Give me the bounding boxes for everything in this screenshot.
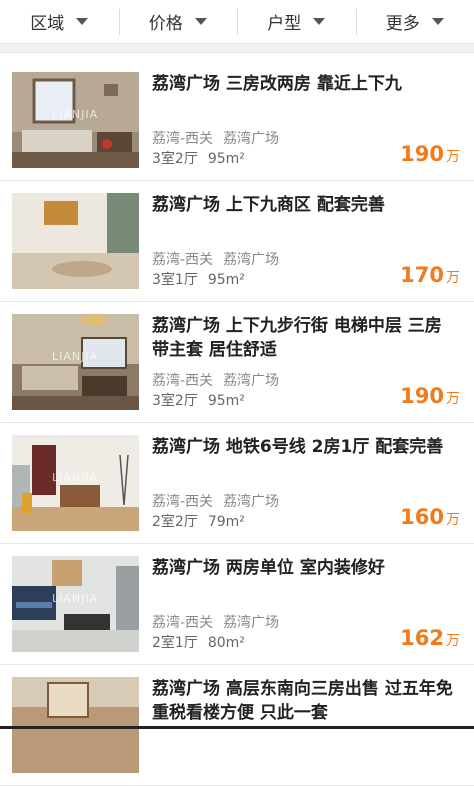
listing-location: 荔湾-西关荔湾广场 — [152, 612, 279, 632]
listing-district: 荔湾-西关 — [152, 373, 213, 389]
listing-price: 162万 — [400, 626, 460, 650]
listing-district: 荔湾-西关 — [152, 494, 213, 510]
listing-area: 95m² — [208, 272, 245, 288]
listing-price: 170万 — [400, 263, 460, 287]
listing-location: 荔湾-西关荔湾广场 — [152, 491, 279, 511]
listing-community: 荔湾广场 — [223, 252, 279, 268]
filter-area[interactable]: 区域 — [0, 0, 119, 44]
listing-rooms: 2室2厅 — [152, 514, 198, 530]
divider — [0, 44, 474, 53]
price-unit: 万 — [446, 270, 460, 286]
listing-community: 荔湾广场 — [223, 131, 279, 147]
price-value: 162 — [400, 626, 444, 650]
listing-area: 95m² — [208, 151, 245, 167]
filter-price[interactable]: 价格 — [119, 0, 238, 44]
listing-photo — [12, 193, 139, 289]
listing-watermark: LIANJIA — [52, 108, 98, 121]
listing-community: 荔湾广场 — [223, 494, 279, 510]
listing-spec: 2室1厅 80m² — [152, 632, 245, 652]
listing-spec: 3室2厅 95m² — [152, 390, 245, 410]
listing-area: 79m² — [208, 514, 245, 530]
filter-label: 更多 — [386, 9, 420, 34]
listing-location: 荔湾-西关荔湾广场 — [152, 249, 279, 269]
listing-community: 荔湾广场 — [223, 615, 279, 631]
listing-district: 荔湾-西关 — [152, 615, 213, 631]
listing-rooms: 3室2厅 — [152, 151, 198, 167]
listing-watermark: LIANJIA — [52, 471, 98, 484]
listing-title: 荔湾广场 两房单位 室内装修好 — [152, 556, 458, 580]
price-unit: 万 — [446, 391, 460, 407]
listing-location: 荔湾-西关荔湾广场 — [152, 128, 279, 148]
listing-item[interactable]: LIANJIA 荔湾广场 地铁6号线 2房1厅 配套完善 荔湾-西关荔湾广场 2… — [0, 423, 474, 544]
listing-community: 荔湾广场 — [223, 373, 279, 389]
filter-more[interactable]: 更多 — [356, 0, 474, 44]
listing-photo: LIANJIA — [12, 435, 139, 531]
listing-area: 80m² — [208, 635, 245, 651]
filter-bar: 区域 价格 户型 更多 — [0, 0, 474, 44]
listing-photo — [12, 677, 139, 773]
listing-photo: LIANJIA — [12, 72, 139, 168]
listing-title: 荔湾广场 三房改两房 靠近上下九 — [152, 72, 458, 96]
listing-watermark: LIANJIA — [52, 350, 98, 363]
listing-item[interactable]: LIANJIA 荔湾广场 三房改两房 靠近上下九 荔湾-西关荔湾广场 3室2厅 9… — [0, 60, 474, 181]
listing-photo: LIANJIA — [12, 556, 139, 652]
listing-title: 荔湾广场 上下九商区 配套完善 — [152, 193, 458, 217]
caret-down-icon — [432, 18, 444, 25]
listing-photo: LIANJIA — [12, 314, 139, 410]
filter-layout[interactable]: 户型 — [237, 0, 356, 44]
price-unit: 万 — [446, 149, 460, 165]
listing-list: LIANJIA 荔湾广场 三房改两房 靠近上下九 荔湾-西关荔湾广场 3室2厅9… — [0, 60, 474, 786]
listing-title: 荔湾广场 高层东南向三房出售 过五年免重税看楼方便 只此一套 — [152, 677, 458, 725]
listing-title: 荔湾广场 上下九步行街 电梯中层 三房带主套 居住舒适 — [152, 314, 458, 362]
caret-down-icon — [313, 18, 325, 25]
listing-rooms: 3室1厅 — [152, 272, 198, 288]
listing-spec: 3室2厅 95m² — [152, 148, 245, 168]
filter-label: 价格 — [149, 9, 183, 34]
listing-rooms: 3室2厅 — [152, 393, 198, 409]
price-value: 190 — [400, 384, 444, 408]
price-unit: 万 — [446, 633, 460, 649]
listing-spec: 3室1厅 95m² — [152, 269, 245, 289]
listing-spec: 2室2厅 79m² — [152, 511, 245, 531]
listing-district: 荔湾-西关 — [152, 252, 213, 268]
price-value: 160 — [400, 505, 444, 529]
filter-label: 区域 — [30, 9, 64, 34]
listing-area: 95m² — [208, 393, 245, 409]
filter-label: 户型 — [267, 9, 301, 34]
listing-location: 荔湾-西关荔湾广场 — [152, 370, 279, 390]
listing-item[interactable]: LIANJIA 荔湾广场 两房单位 室内装修好 荔湾-西关荔湾广场 2室1厅 80… — [0, 544, 474, 665]
listing-price: 190万 — [400, 142, 460, 166]
listing-price: 190万 — [400, 384, 460, 408]
listing-watermark: LIANJIA — [52, 592, 98, 605]
listing-item[interactable]: 荔湾广场 上下九商区 配套完善 荔湾-西关荔湾广场 3室1厅 95m² 170万 — [0, 181, 474, 302]
price-value: 170 — [400, 263, 444, 287]
listing-district: 荔湾-西关 — [152, 131, 213, 147]
caret-down-icon — [76, 18, 88, 25]
listing-price: 160万 — [400, 505, 460, 529]
listing-title: 荔湾广场 地铁6号线 2房1厅 配套完善 — [152, 435, 458, 459]
caret-down-icon — [195, 18, 207, 25]
price-unit: 万 — [446, 512, 460, 528]
price-value: 190 — [400, 142, 444, 166]
listing-item[interactable]: LIANJIA 荔湾广场 上下九步行街 电梯中层 三房带主套 居住舒适 荔湾-西… — [0, 302, 474, 423]
listing-rooms: 2室1厅 — [152, 635, 198, 651]
